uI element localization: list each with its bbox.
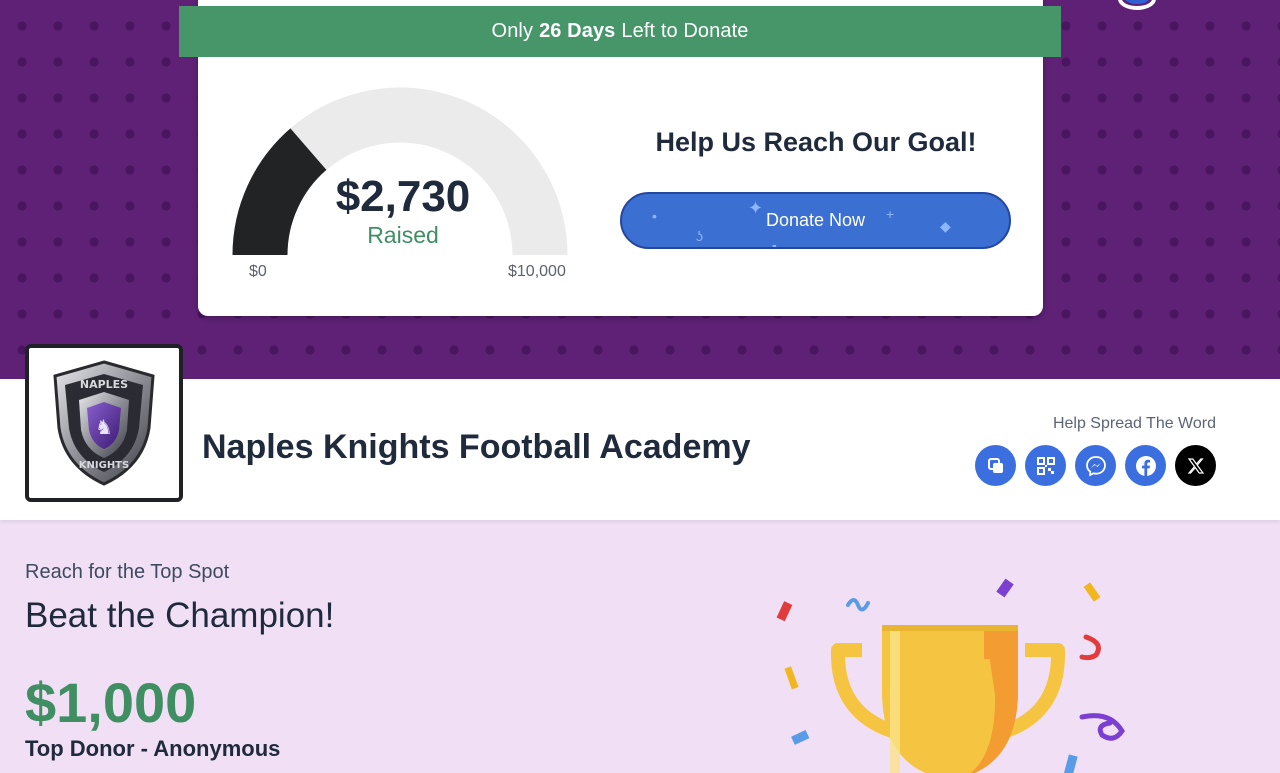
trophy-illustration bbox=[776, 578, 1125, 773]
logo-text-bottom: KNIGHTS bbox=[79, 460, 129, 471]
knight-shield-logo: ♞ NAPLES KNIGHTS bbox=[53, 360, 155, 486]
sparkle-icon: • bbox=[652, 208, 657, 224]
x-icon bbox=[1187, 457, 1204, 474]
logo-text-top: NAPLES bbox=[80, 378, 128, 391]
donate-now-label: Donate Now bbox=[765, 210, 866, 230]
banner-prefix: Only bbox=[491, 20, 534, 42]
banner-suffix: Left to Donate bbox=[621, 20, 749, 42]
donate-now-button[interactable]: • ✦ ʖ + ◆ ▪ Donate Now bbox=[620, 192, 1011, 249]
goal-title: Help Us Reach Our Goal! bbox=[655, 127, 977, 157]
sparkle-icon: + bbox=[886, 206, 895, 222]
sparkle-icon: ✦ bbox=[748, 198, 764, 218]
messenger-share-button[interactable] bbox=[1075, 445, 1116, 486]
organization-logo: ♞ NAPLES KNIGHTS bbox=[25, 344, 183, 502]
copy-link-button[interactable] bbox=[975, 445, 1016, 486]
sparkle-icon: ▪ bbox=[772, 238, 777, 249]
sparkle-icon: ʖ bbox=[696, 228, 703, 244]
days-left-banner: Only 26 Days Left to Donate bbox=[179, 6, 1061, 57]
spread-the-word-label: Help Spread The Word bbox=[1052, 415, 1216, 432]
raised-amount: $2,730 bbox=[335, 172, 471, 221]
qr-code-icon bbox=[1036, 456, 1055, 475]
facebook-icon bbox=[1135, 455, 1156, 476]
top-donation-amount: $1,000 bbox=[25, 671, 197, 734]
sparkle-icon: ◆ bbox=[940, 218, 951, 234]
organization-name: Naples Knights Football Academy bbox=[202, 428, 751, 466]
banner-days: 26 Days bbox=[539, 20, 616, 42]
messenger-icon bbox=[1085, 455, 1106, 476]
raised-label: Raised bbox=[367, 222, 439, 248]
top-donor-name: Top Donor - Anonymous bbox=[25, 736, 281, 761]
gauge-max-label: $10,000 bbox=[508, 263, 566, 280]
champion-subtitle: Reach for the Top Spot bbox=[25, 561, 230, 583]
gauge-min-label: $0 bbox=[249, 263, 267, 280]
facebook-share-button[interactable] bbox=[1125, 445, 1166, 486]
champion-title: Beat the Champion! bbox=[25, 596, 335, 635]
hero-ring-icon bbox=[1118, 0, 1156, 10]
copy-icon bbox=[987, 457, 1003, 473]
svg-text:♞: ♞ bbox=[95, 415, 113, 439]
qr-code-button[interactable] bbox=[1025, 445, 1066, 486]
x-share-button[interactable] bbox=[1175, 445, 1216, 486]
